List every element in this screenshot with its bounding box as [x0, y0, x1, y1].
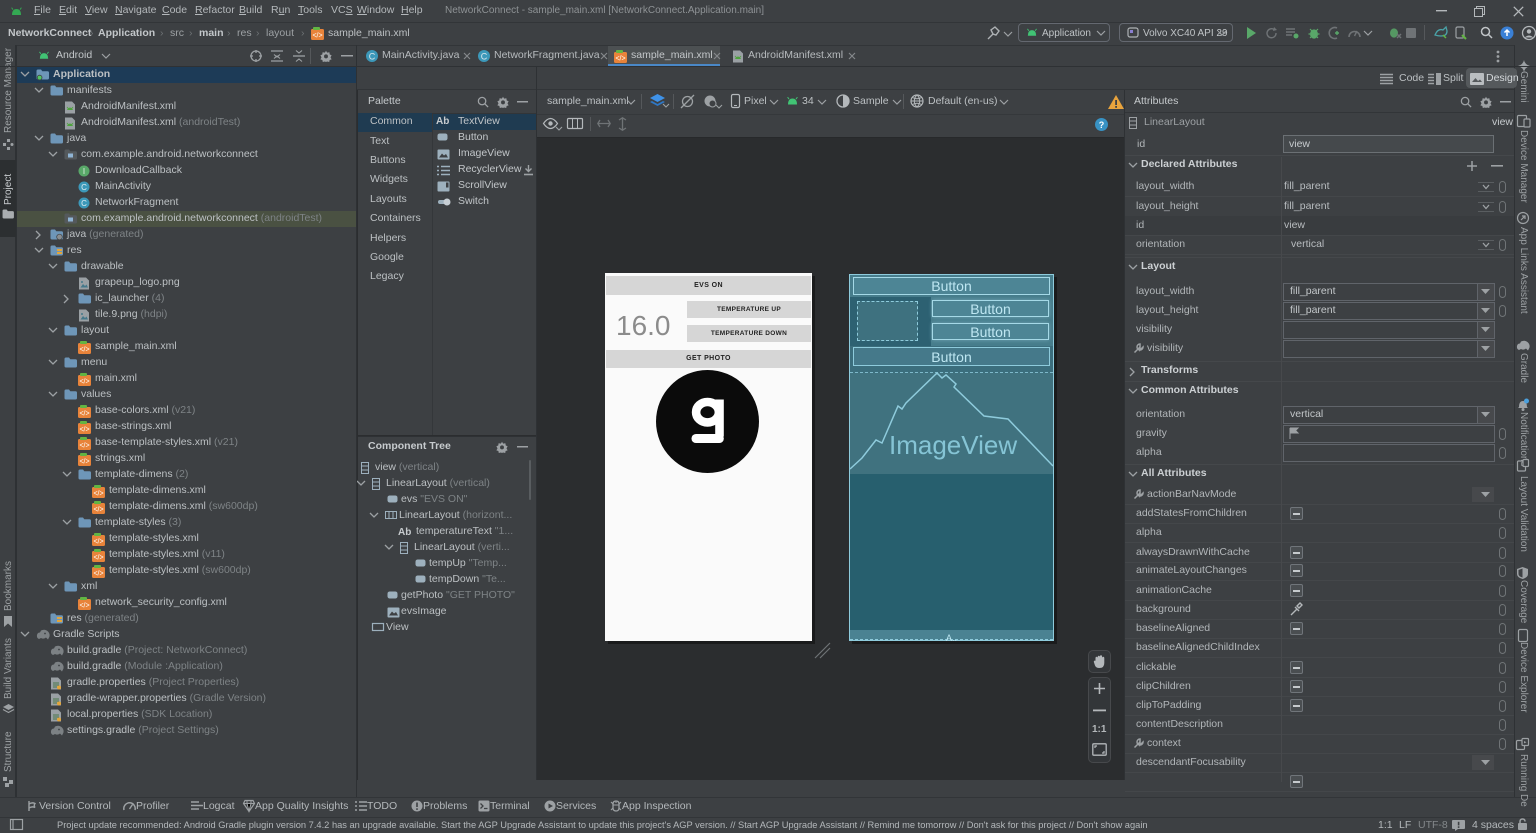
- svg-text:</>: </>: [79, 427, 89, 434]
- svg-text:</>: </>: [79, 443, 89, 450]
- svg-text:C: C: [481, 52, 488, 62]
- svg-text:</>: </>: [79, 379, 89, 386]
- svg-text:</>: </>: [79, 347, 89, 354]
- svg-text:I: I: [83, 167, 85, 176]
- svg-text:</>: </>: [93, 571, 103, 578]
- svg-text:C: C: [369, 52, 376, 62]
- svg-text:</>: </>: [93, 491, 103, 498]
- svg-text:C: C: [81, 199, 87, 208]
- svg-text:</>: </>: [615, 56, 625, 63]
- svg-text:</>: </>: [312, 33, 322, 40]
- svg-text:</>: </>: [79, 603, 89, 610]
- svg-text:</>: </>: [93, 507, 103, 514]
- svg-text:C: C: [81, 183, 87, 192]
- svg-text:</>: </>: [79, 459, 89, 466]
- svg-text:?: ?: [1099, 120, 1105, 130]
- svg-text:</>: </>: [93, 539, 103, 546]
- svg-text:</>: </>: [79, 411, 89, 418]
- svg-text:</>: </>: [93, 555, 103, 562]
